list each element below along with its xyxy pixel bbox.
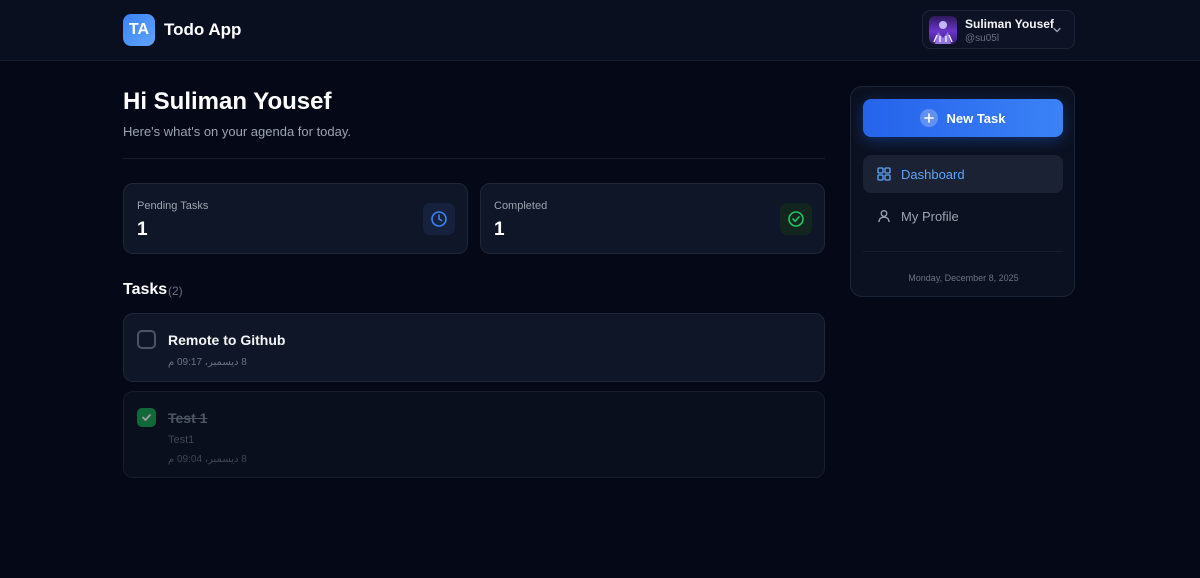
plus-icon bbox=[920, 109, 939, 127]
stat-label: Completed bbox=[494, 200, 548, 212]
task-item[interactable]: Test 1 Test1 8 ديسمبر، 09:04 م bbox=[123, 391, 825, 478]
nav-label: Dashboard bbox=[901, 166, 965, 182]
divider bbox=[863, 251, 1063, 252]
check-circle-icon bbox=[780, 203, 812, 235]
nav-item-profile[interactable]: My Profile bbox=[863, 197, 1063, 235]
stat-value: 1 bbox=[137, 219, 148, 240]
task-checkbox[interactable] bbox=[137, 330, 156, 349]
stat-card-pending: Pending Tasks 1 bbox=[123, 183, 468, 254]
task-title: Remote to Github bbox=[168, 332, 286, 348]
task-time: 8 ديسمبر، 09:17 م bbox=[168, 357, 247, 368]
top-bar: TA Todo App Suliman Yousef @su05l bbox=[0, 0, 1200, 61]
grid-icon bbox=[877, 167, 891, 181]
task-title: Test 1 bbox=[168, 410, 208, 426]
tasks-count: (2) bbox=[168, 284, 183, 298]
user-handle: @su05l bbox=[965, 33, 1000, 44]
stat-value: 1 bbox=[494, 219, 505, 240]
task-item[interactable]: Remote to Github 8 ديسمبر، 09:17 م bbox=[123, 313, 825, 382]
avatar bbox=[929, 16, 957, 44]
page-subtitle: Here's what's on your agenda for today. bbox=[123, 124, 352, 139]
sidebar: New Task Dashboard My Profile Monday, De… bbox=[850, 86, 1075, 297]
stat-card-completed: Completed 1 bbox=[480, 183, 825, 254]
page-title: Hi Suliman Yousef bbox=[123, 88, 332, 115]
task-checkbox[interactable] bbox=[137, 408, 156, 427]
task-time: 8 ديسمبر، 09:04 م bbox=[168, 454, 247, 465]
tasks-heading: Tasks bbox=[123, 281, 168, 298]
stat-label: Pending Tasks bbox=[137, 200, 209, 212]
chevron-down-icon bbox=[1053, 27, 1061, 33]
new-task-button[interactable]: New Task bbox=[863, 99, 1063, 137]
user-menu[interactable]: Suliman Yousef @su05l bbox=[922, 10, 1075, 49]
app-logo[interactable]: TA bbox=[123, 14, 155, 46]
nav-label: My Profile bbox=[901, 208, 959, 224]
check-icon bbox=[142, 414, 151, 421]
user-name: Suliman Yousef bbox=[965, 17, 1054, 31]
user-icon bbox=[877, 209, 891, 223]
divider bbox=[123, 158, 825, 159]
new-task-label: New Task bbox=[946, 110, 1006, 126]
current-date: Monday, December 8, 2025 bbox=[908, 273, 1019, 283]
app-name[interactable]: Todo App bbox=[164, 20, 241, 40]
task-description: Test1 bbox=[168, 434, 195, 446]
clock-icon bbox=[423, 203, 455, 235]
nav-item-dashboard[interactable]: Dashboard bbox=[863, 155, 1063, 193]
